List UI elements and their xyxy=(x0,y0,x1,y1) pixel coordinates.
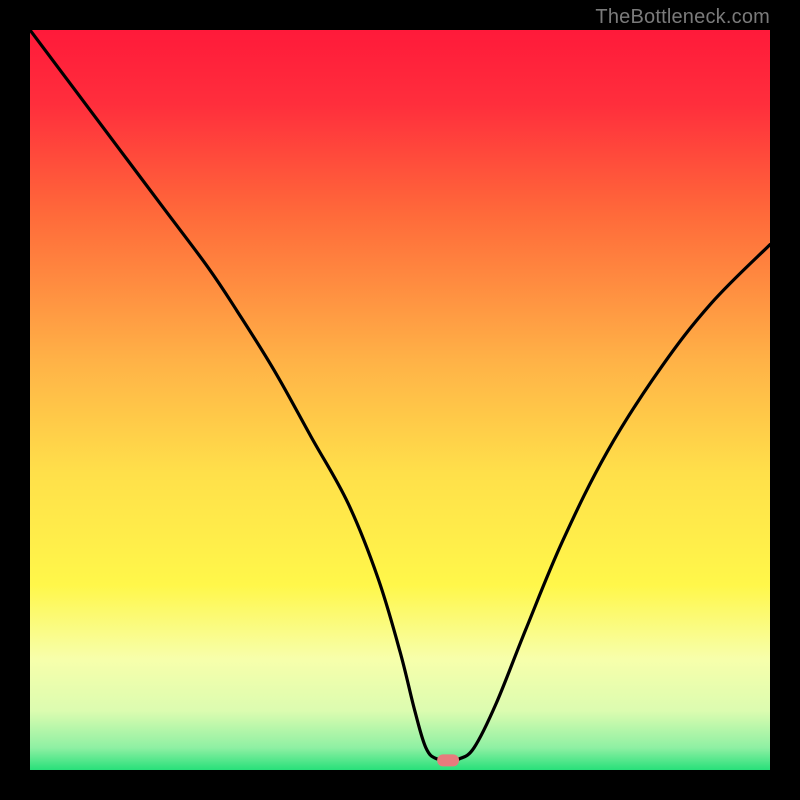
gradient-backdrop xyxy=(30,30,770,770)
optimum-marker xyxy=(437,754,459,766)
watermark-text: TheBottleneck.com xyxy=(595,6,770,29)
bottleneck-chart xyxy=(30,30,770,770)
chart-frame: TheBottleneck.com xyxy=(0,0,800,800)
